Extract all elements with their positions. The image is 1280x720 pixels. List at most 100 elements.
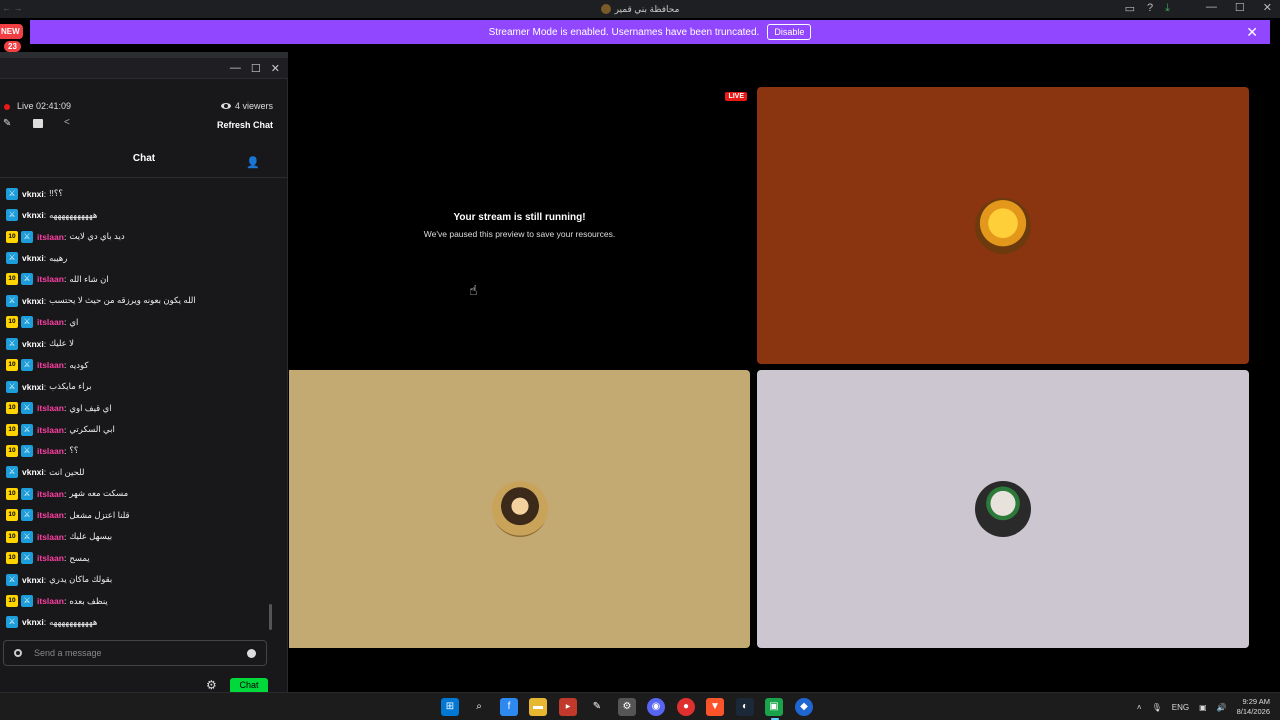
clip-icon[interactable] <box>33 119 43 128</box>
subscriber-badge[interactable]: 10 <box>6 273 18 286</box>
moderator-sword-icon[interactable]: ⚔ <box>6 573 18 586</box>
chat-username[interactable]: itslaan <box>37 403 64 413</box>
settings-icon[interactable]: ⚙ <box>618 698 636 716</box>
participant-tile-3[interactable] <box>757 370 1249 648</box>
discord-icon[interactable]: ◉ <box>647 698 665 716</box>
chat-username[interactable]: itslaan <box>37 553 64 563</box>
moderator-sword-icon[interactable]: ⚔ <box>21 509 33 522</box>
subscriber-badge[interactable]: 10 <box>6 487 18 500</box>
points-icon[interactable] <box>14 649 22 657</box>
moderator-sword-icon[interactable]: ⚔ <box>21 230 33 243</box>
moderator-sword-icon[interactable]: ⚔ <box>21 444 33 457</box>
subscriber-badge[interactable]: 10 <box>6 509 18 522</box>
moderator-sword-icon[interactable]: ⚔ <box>21 359 33 372</box>
moderator-sword-icon[interactable]: ⚔ <box>21 402 33 415</box>
pencil-icon[interactable]: ✎ <box>3 118 11 129</box>
chat-username[interactable]: vknxi <box>22 253 44 263</box>
chat-username[interactable]: vknxi <box>22 617 44 627</box>
moderator-sword-icon[interactable]: ⚔ <box>6 187 18 200</box>
close-icon[interactable]: ✕ <box>1263 1 1272 14</box>
microphone-icon[interactable]: 🎙 <box>1152 703 1162 712</box>
moderator-sword-icon[interactable]: ⚔ <box>21 316 33 329</box>
volume-icon[interactable]: 🔊 <box>1217 703 1227 712</box>
chat-username[interactable]: itslaan <box>37 274 64 284</box>
chat-username[interactable]: itslaan <box>37 425 64 435</box>
chat-username[interactable]: vknxi <box>22 189 44 199</box>
streaming-app-icon[interactable]: ▣ <box>765 698 783 716</box>
chat-username[interactable]: itslaan <box>37 232 64 242</box>
moderator-sword-icon[interactable]: ⚔ <box>21 530 33 543</box>
chat-username[interactable]: vknxi <box>22 575 44 585</box>
steam-icon[interactable]: ◐ <box>736 698 754 716</box>
ea-app-icon[interactable]: ◆ <box>795 698 813 716</box>
subscriber-badge[interactable]: 10 <box>6 595 18 608</box>
chat-username[interactable]: vknxi <box>22 296 44 306</box>
disable-streamer-mode-button[interactable]: Disable <box>767 24 812 40</box>
inbox-icon[interactable]: ▭ <box>1125 2 1135 15</box>
nav-arrows-icon[interactable]: ← → <box>2 3 23 13</box>
subscriber-badge[interactable]: 10 <box>6 552 18 565</box>
file-explorer-icon[interactable]: ▬ <box>529 698 547 716</box>
own-stream-tile[interactable]: LIVE Your stream is still running! We've… <box>289 86 750 366</box>
chat-scrollbar[interactable] <box>269 604 272 630</box>
chat-username[interactable]: itslaan <box>37 510 64 520</box>
banner-close-icon[interactable]: ✕ <box>1246 24 1258 41</box>
minimize-icon[interactable]: — <box>1206 1 1217 14</box>
subscriber-badge[interactable]: 10 <box>6 423 18 436</box>
network-icon[interactable]: ▣ <box>1199 703 1207 712</box>
emote-icon[interactable] <box>247 649 256 658</box>
participant-tile-1[interactable] <box>757 87 1249 364</box>
chat-username[interactable]: vknxi <box>22 382 44 392</box>
moderator-sword-icon[interactable]: ⚔ <box>21 273 33 286</box>
participant-tile-2[interactable] <box>289 370 750 648</box>
subscriber-badge[interactable]: 10 <box>6 230 18 243</box>
moderator-sword-icon[interactable]: ⚔ <box>6 294 18 307</box>
search-icon[interactable]: ⌕ <box>470 698 488 716</box>
subscriber-badge[interactable]: 10 <box>6 444 18 457</box>
chat-username[interactable]: vknxi <box>22 210 44 220</box>
gear-icon[interactable]: ⚙ <box>206 678 217 692</box>
app-red-icon[interactable]: ● <box>677 698 695 716</box>
moderator-sword-icon[interactable]: ⚔ <box>21 595 33 608</box>
moderator-sword-icon[interactable]: ⚔ <box>21 487 33 500</box>
maximize-icon[interactable]: ☐ <box>251 62 261 75</box>
subscriber-badge[interactable]: 10 <box>6 530 18 543</box>
chat-username[interactable]: itslaan <box>37 532 64 542</box>
chat-username[interactable]: itslaan <box>37 317 64 327</box>
brave-icon[interactable]: ▼ <box>706 698 724 716</box>
chat-username[interactable]: itslaan <box>37 446 64 456</box>
moderator-sword-icon[interactable]: ⚔ <box>6 209 18 222</box>
send-message-input[interactable]: Send a message <box>3 640 267 666</box>
chevron-up-icon[interactable]: ˄ <box>1137 703 1142 712</box>
users-icon[interactable]: 👤 <box>246 152 260 174</box>
moderator-sword-icon[interactable]: ⚔ <box>6 252 18 265</box>
chat-username[interactable]: itslaan <box>37 596 64 606</box>
subscriber-badge[interactable]: 10 <box>6 359 18 372</box>
share-icon[interactable]: < <box>64 117 70 128</box>
subscriber-badge[interactable]: 10 <box>6 316 18 329</box>
chat-username[interactable]: itslaan <box>37 489 64 499</box>
download-icon[interactable]: ⤓ <box>1165 2 1170 15</box>
refresh-chat-button[interactable]: Refresh Chat <box>217 120 273 130</box>
language-indicator[interactable]: ENG <box>1172 703 1189 712</box>
moderator-sword-icon[interactable]: ⚔ <box>6 466 18 479</box>
moderator-sword-icon[interactable]: ⚔ <box>21 552 33 565</box>
moderator-sword-icon[interactable]: ⚔ <box>21 423 33 436</box>
start-icon[interactable]: ⊞ <box>441 698 459 716</box>
app-icon[interactable]: f <box>500 698 518 716</box>
pen-icon[interactable]: ✎ <box>588 698 606 716</box>
close-icon[interactable]: ✕ <box>271 62 280 75</box>
clock[interactable]: 9:29 AM 8/14/2026 <box>1237 697 1270 717</box>
chat-send-button[interactable]: Chat <box>230 678 268 692</box>
minimize-icon[interactable]: — <box>230 62 241 74</box>
maximize-icon[interactable]: ☐ <box>1235 1 1245 14</box>
moderator-sword-icon[interactable]: ⚔ <box>6 337 18 350</box>
moderator-sword-icon[interactable]: ⚔ <box>6 380 18 393</box>
chat-username[interactable]: vknxi <box>22 339 44 349</box>
moderator-sword-icon[interactable]: ⚔ <box>6 616 18 629</box>
help-icon[interactable]: ? <box>1147 2 1153 15</box>
subscriber-badge[interactable]: 10 <box>6 402 18 415</box>
chat-username[interactable]: itslaan <box>37 360 64 370</box>
chat-username[interactable]: vknxi <box>22 467 44 477</box>
video-editor-icon[interactable]: ▶ <box>559 698 577 716</box>
